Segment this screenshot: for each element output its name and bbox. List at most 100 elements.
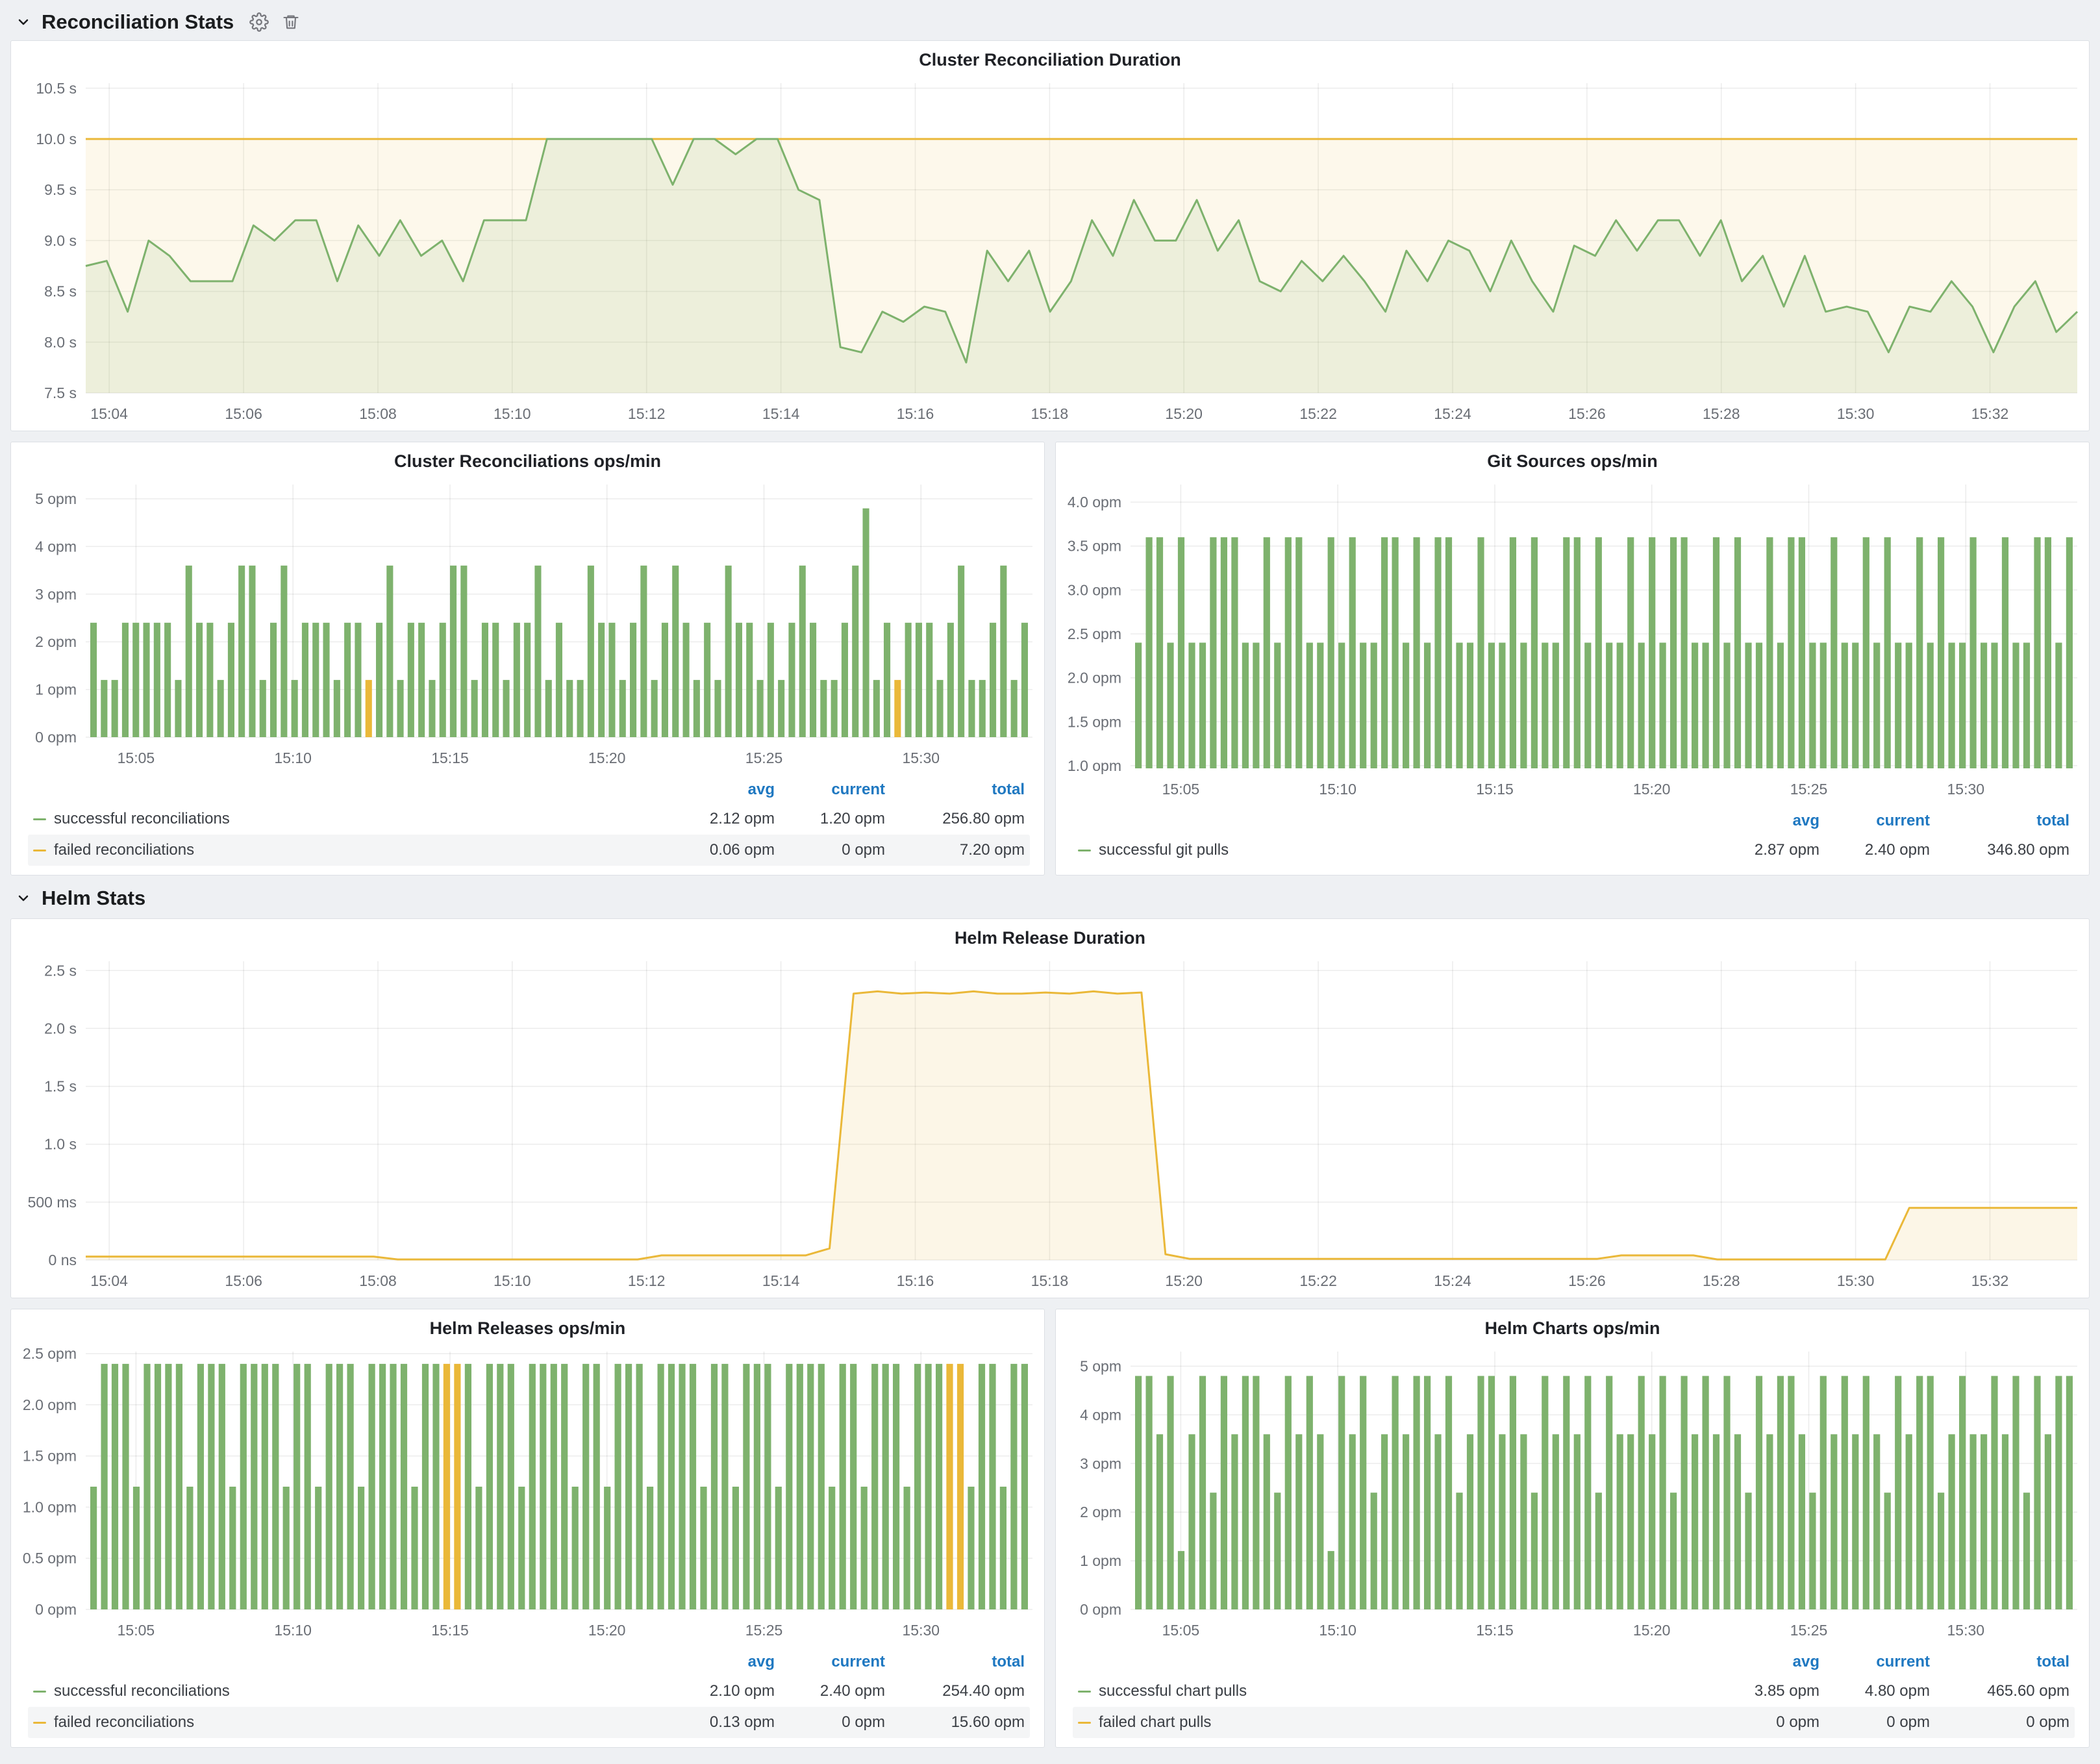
legend-value-current: 0 opm: [775, 841, 885, 859]
gear-icon[interactable]: [249, 12, 269, 32]
svg-text:1.0 opm: 1.0 opm: [1068, 757, 1121, 774]
legend-col-total[interactable]: total: [1930, 1653, 2069, 1671]
svg-text:10.0 s: 10.0 s: [36, 131, 77, 147]
chevron-down-icon[interactable]: [16, 14, 31, 30]
svg-text:1 opm: 1 opm: [35, 681, 77, 698]
legend-series-toggle[interactable]: successful reconciliations: [33, 810, 230, 828]
legend-series-toggle[interactable]: successful reconciliations: [33, 1682, 230, 1700]
legend-value-total: 0 opm: [1930, 1713, 2069, 1732]
trash-icon[interactable]: [282, 13, 300, 31]
svg-text:3 opm: 3 opm: [35, 586, 77, 603]
svg-text:15:04: 15:04: [90, 405, 128, 422]
legend-row-successful-reconciliations: successful reconciliations 2.10 opm 2.40…: [28, 1676, 1030, 1707]
svg-text:1 opm: 1 opm: [1080, 1552, 1121, 1569]
panel-git-sources-opm: Git Sources ops/min 1.0 opm1.5 opm2.0 op…: [1055, 442, 2090, 876]
svg-text:15:30: 15:30: [1947, 1622, 1985, 1639]
svg-text:3.5 opm: 3.5 opm: [1068, 538, 1121, 555]
svg-text:15:30: 15:30: [1837, 405, 1875, 422]
legend-col-current[interactable]: current: [775, 781, 885, 799]
svg-text:15:20: 15:20: [1633, 781, 1671, 798]
chart-git-sources-opm[interactable]: 1.0 opm1.5 opm2.0 opm2.5 opm3.0 opm3.5 o…: [1056, 474, 2089, 806]
legend-col-avg[interactable]: avg: [1722, 812, 1819, 830]
svg-text:15:05: 15:05: [1162, 781, 1200, 798]
legend-col-avg[interactable]: avg: [677, 781, 775, 799]
legend-col-avg[interactable]: avg: [1722, 1653, 1819, 1671]
legend-row-successful-git-pulls: successful git pulls 2.87 opm 2.40 opm 3…: [1073, 835, 2075, 866]
legend-value-current: 0 opm: [1819, 1713, 1930, 1732]
svg-text:15:06: 15:06: [225, 1272, 262, 1289]
svg-text:15:14: 15:14: [762, 405, 800, 422]
svg-text:2.0 s: 2.0 s: [44, 1020, 77, 1037]
svg-text:1.0 s: 1.0 s: [44, 1136, 77, 1153]
legend-series-toggle[interactable]: successful chart pulls: [1078, 1682, 1247, 1700]
legend-col-total[interactable]: total: [885, 1653, 1025, 1671]
legend-series-toggle[interactable]: failed reconciliations: [33, 841, 194, 859]
chart-helm-release-duration[interactable]: 0 ns500 ms1.0 s1.5 s2.0 s2.5 s15:0415:06…: [11, 951, 2089, 1298]
legend-series-label: successful git pulls: [1099, 841, 1229, 859]
legend-cluster-reconciliations: avg current total successful reconciliat…: [11, 775, 1044, 875]
legend-col-current[interactable]: current: [1819, 812, 1930, 830]
svg-text:15:25: 15:25: [745, 750, 783, 766]
chart-cluster-reconciliation-duration[interactable]: 7.5 s8.0 s8.5 s9.0 s9.5 s10.0 s10.5 s15:…: [11, 73, 2089, 431]
panel-title-helm-releases-opm[interactable]: Helm Releases ops/min: [11, 1309, 1044, 1341]
svg-text:15:15: 15:15: [1476, 1622, 1514, 1639]
svg-text:15:30: 15:30: [903, 750, 940, 766]
svg-text:2.0 opm: 2.0 opm: [23, 1396, 77, 1413]
legend-col-current[interactable]: current: [775, 1653, 885, 1671]
svg-text:2 opm: 2 opm: [1080, 1504, 1121, 1520]
panel-title-helm-charts-opm[interactable]: Helm Charts ops/min: [1056, 1309, 2089, 1341]
legend-series-toggle[interactable]: failed reconciliations: [33, 1713, 194, 1732]
svg-text:15:10: 15:10: [274, 1622, 312, 1639]
svg-text:15:10: 15:10: [1319, 1622, 1356, 1639]
svg-text:15:18: 15:18: [1031, 405, 1069, 422]
legend-col-total[interactable]: total: [1930, 812, 2069, 830]
legend-row-failed-reconciliations: failed reconciliations 0.13 opm 0 opm 15…: [28, 1707, 1030, 1738]
svg-text:2.5 s: 2.5 s: [44, 962, 77, 979]
panel-title-git-sources-opm[interactable]: Git Sources ops/min: [1056, 442, 2089, 474]
legend-row-failed-chart-pulls: failed chart pulls 0 opm 0 opm 0 opm: [1073, 1707, 2075, 1738]
svg-text:9.5 s: 9.5 s: [44, 181, 77, 198]
svg-text:3.0 opm: 3.0 opm: [1068, 581, 1121, 598]
legend-series-toggle[interactable]: successful git pulls: [1078, 841, 1229, 859]
legend-row-failed-reconciliations: failed reconciliations 0.06 opm 0 opm 7.…: [28, 835, 1030, 866]
legend-col-total[interactable]: total: [885, 781, 1025, 799]
section-title[interactable]: Helm Stats: [42, 887, 145, 910]
chart-cluster-reconciliations-opm[interactable]: 0 opm1 opm2 opm3 opm4 opm5 opm15:0515:10…: [11, 474, 1044, 775]
svg-text:1.5 opm: 1.5 opm: [1068, 713, 1121, 730]
section-title[interactable]: Reconciliation Stats: [42, 10, 234, 34]
svg-text:15:18: 15:18: [1031, 1272, 1069, 1289]
chevron-down-icon[interactable]: [16, 890, 31, 906]
panel-title-cluster-reconciliations-opm[interactable]: Cluster Reconciliations ops/min: [11, 442, 1044, 474]
svg-text:15:20: 15:20: [588, 1622, 626, 1639]
dashboard: Reconciliation Stats Cluster Reconciliat…: [0, 0, 2100, 1761]
chart-helm-charts-opm[interactable]: 0 opm1 opm2 opm3 opm4 opm5 opm15:0515:10…: [1056, 1341, 2089, 1647]
legend-series-toggle[interactable]: failed chart pulls: [1078, 1713, 1211, 1732]
svg-text:15:25: 15:25: [1790, 781, 1828, 798]
panel-cluster-reconciliation-duration: Cluster Reconciliation Duration 7.5 s8.0…: [10, 40, 2090, 431]
legend-row-successful-chart-pulls: successful chart pulls 3.85 opm 4.80 opm…: [1073, 1676, 2075, 1707]
legend-helm-charts: avg current total successful chart pulls…: [1056, 1647, 2089, 1747]
svg-text:10.5 s: 10.5 s: [36, 80, 77, 97]
svg-text:15:20: 15:20: [588, 750, 626, 766]
panel-title-helm-release-duration[interactable]: Helm Release Duration: [11, 919, 2089, 951]
legend-series-label: failed reconciliations: [54, 841, 194, 859]
svg-text:8.5 s: 8.5 s: [44, 283, 77, 300]
panel-title-cluster-reconciliation-duration[interactable]: Cluster Reconciliation Duration: [11, 41, 2089, 73]
legend-value-total: 15.60 opm: [885, 1713, 1025, 1732]
svg-text:15:32: 15:32: [1971, 1272, 2009, 1289]
legend-col-current[interactable]: current: [1819, 1653, 1930, 1671]
svg-text:15:16: 15:16: [897, 1272, 934, 1289]
svg-text:15:10: 15:10: [494, 405, 531, 422]
svg-text:4 opm: 4 opm: [35, 538, 77, 555]
chart-helm-releases-opm[interactable]: 0 opm0.5 opm1.0 opm1.5 opm2.0 opm2.5 opm…: [11, 1341, 1044, 1647]
svg-text:15:30: 15:30: [903, 1622, 940, 1639]
section-header-reconciliation-stats[interactable]: Reconciliation Stats: [10, 4, 2090, 40]
legend-col-avg[interactable]: avg: [677, 1653, 775, 1671]
section-header-helm-stats[interactable]: Helm Stats: [10, 878, 2090, 918]
svg-text:15:10: 15:10: [494, 1272, 531, 1289]
legend-value-total: 256.80 opm: [885, 810, 1025, 828]
svg-text:2 opm: 2 opm: [35, 633, 77, 650]
svg-text:15:22: 15:22: [1299, 1272, 1337, 1289]
legend-value-total: 346.80 opm: [1930, 841, 2069, 859]
series-color-swatch: [1078, 1722, 1091, 1724]
